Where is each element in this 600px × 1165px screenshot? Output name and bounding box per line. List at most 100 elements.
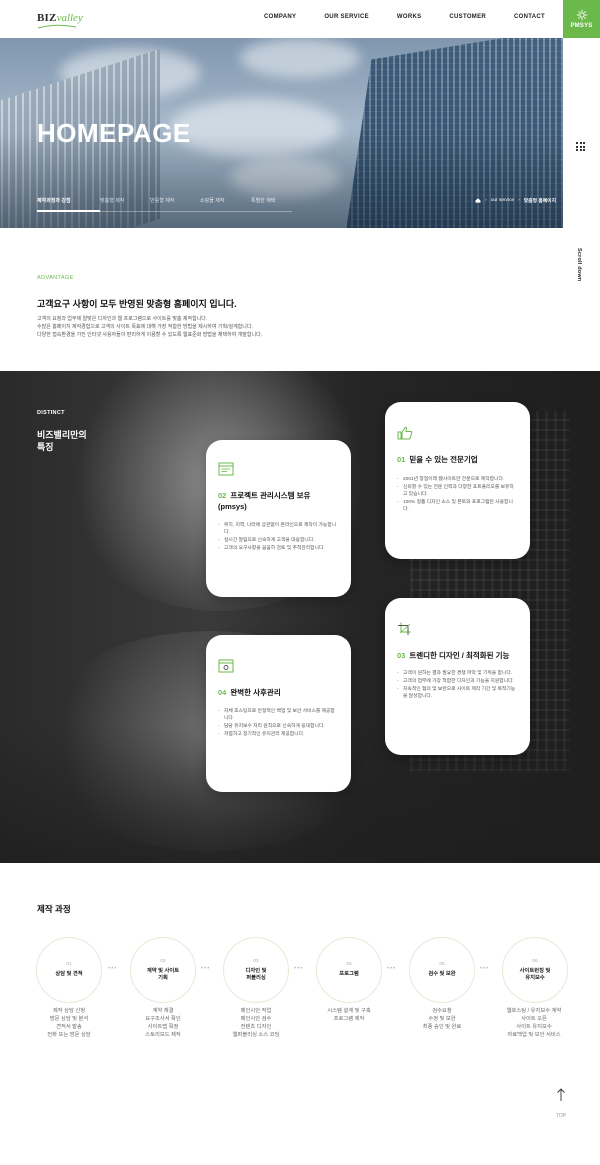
process-step-circle: 06 사이트런칭 및 유지보수 [502, 937, 568, 1003]
feature-card-item: 고객의 업무에 가장 적합한 디자인과 기능을 지원합니다. [397, 678, 518, 685]
feature-card-title-text: 믿을 수 있는 전문기업 [409, 455, 478, 464]
feature-card-item: 고객이 원하는 결과 필요한 경쟁 파악 및 기획을 합니다. [397, 670, 518, 677]
feature-card-list: 2001년 창업이래 웹사이트만 전문으로 제작합니다. 신뢰할 수 있는 전문… [397, 476, 518, 514]
crop-icon [398, 622, 411, 635]
feature-card-title: 02 프로젝트 관리시스템 보유 (pmsys) [218, 490, 341, 512]
distinct-eyebrow: DISTINCT [37, 410, 65, 416]
home-icon[interactable] [475, 198, 481, 203]
nav-works[interactable]: WORKS [397, 14, 422, 20]
sub-tabs: 제작과정과 강점 맞춤형 제작 반응형 제작 쇼핑몰 제작 특별한 혜택 [37, 197, 292, 212]
tab-shopping-mall[interactable]: 쇼핑몰 제작 [200, 197, 251, 212]
step-connector-dots: ••• [294, 966, 304, 972]
process-step-description: 시스템 설계 및 구축 프로그램 제작 [327, 1008, 371, 1022]
step-connector-dots: ••• [108, 966, 118, 972]
process-title: 제작 과정 [37, 904, 71, 914]
process-step: 04 프로그램 [316, 937, 382, 1003]
feature-card-item: 고객의 요구사항을 꼼꼼히 검토 및 추적관리합니다. [218, 545, 339, 552]
process-step-label: 검수 및 보완 [428, 971, 456, 977]
feature-card-title: 01 믿을 수 있는 전문기업 [397, 454, 520, 465]
breadcrumb-current: 맞춤형 홈페이지 [523, 199, 556, 204]
process-step-label: 사이트런칭 및 유지보수 [519, 967, 551, 981]
feature-card-item: 100% 정품 디자인 소스 및 폰트와 프로그램만 사용합니다. [397, 499, 518, 513]
advantage-line: 고객의 요청과 업무에 알맞은 디자인과 웹 프로그램으로 사이트를 맞춤 제작… [37, 316, 208, 322]
nav-our-service[interactable]: OUR SERVICE [324, 14, 369, 20]
feature-card-item: 위치, 지역, 나라에 상관없이 온라인으로 제작이 가능합니다. [218, 522, 339, 536]
feature-card-title-text: 트렌디한 디자인 / 최적화된 기능 [409, 651, 510, 660]
process-step-circle: 03 디자인 및 퍼블리싱 [223, 937, 289, 1003]
advantage-line: 다양한 접속환경을 가진 인터넷 사용자들이 편리하게 이용할 수 있도록 웹표… [37, 332, 263, 338]
distinct-section: DISTINCT 비즈밸리만의 특징 01믿을 수 있는 전문기업 2001년 … [0, 371, 600, 863]
hero-banner: HOMEPAGE 제작과정과 강점 맞춤형 제작 반응형 제작 쇼핑몰 제작 특… [0, 38, 563, 228]
feature-card-item: 2001년 창업이래 웹사이트만 전문으로 제작합니다. [397, 476, 518, 483]
feature-card-title: 04 완벽한 사후관리 [218, 687, 341, 698]
process-step: 03 디자인 및 퍼블리싱 [223, 937, 289, 1003]
site-header: BIZ valley COMPANY OUR SERVICE WORKS CUS… [0, 0, 563, 38]
process-step-number: 03 [253, 958, 259, 964]
step-connector-dots: ••• [201, 966, 211, 972]
main-nav: COMPANY OUR SERVICE WORKS CUSTOMER CONTA… [236, 14, 545, 20]
process-step-label: 디자인 및 퍼블리싱 [245, 967, 267, 981]
advantage-line: 수많은 홈페이지 제작경험으로 고객의 사이트 목표에 대해 가장 적합한 방법… [37, 324, 253, 330]
gear-icon [576, 9, 587, 21]
feature-card-title: 03 트렌디한 디자인 / 최적화된 기능 [397, 650, 520, 661]
feature-card-item: 실시간 알림으로 신속하게 고객을 대응합니다. [218, 537, 339, 544]
scroll-down-label[interactable]: Scroll down [576, 248, 582, 281]
process-step-number: 02 [160, 958, 166, 964]
scroll-top-label: TOP [555, 1113, 567, 1119]
process-step-number: 05 [439, 962, 445, 967]
breadcrumb: › our service › 맞춤형 홈페이지 [475, 197, 556, 204]
feature-card-number: 04 [218, 688, 227, 697]
feature-card-item: 신뢰할 수 있는 전문 인력과 다양한 포트폴리오를 보유하고 있습니다. [397, 484, 518, 498]
breadcrumb-separator-icon: › [485, 198, 487, 203]
feature-card-number: 03 [397, 651, 406, 660]
process-step: 01 상담 및 견적 [36, 937, 102, 1003]
feature-card: 04완벽한 사후관리 자체 호스팅으로 안정적인 백업 및 보안 서비스를 제공… [206, 635, 351, 792]
tab-responsive[interactable]: 반응형 제작 [150, 197, 200, 212]
feature-card-number: 02 [218, 491, 227, 500]
process-step-description: 검수요청 수정 및 보완 최종 승인 및 완료 [422, 1008, 462, 1030]
nav-company[interactable]: COMPANY [264, 14, 296, 20]
step-connector-dots: ••• [387, 966, 397, 972]
process-step: 02 계약 및 사이트 기획 [130, 937, 196, 1003]
menu-grid-icon[interactable] [576, 142, 586, 151]
process-step-label: 프로그램 [339, 971, 359, 977]
feature-card: 03트렌디한 디자인 / 최적화된 기능 고객이 원하는 결과 필요한 경쟁 파… [385, 598, 530, 755]
breadcrumb-our-service[interactable]: our service [491, 198, 514, 203]
advantage-eyebrow: ADVANTAGE [37, 275, 74, 281]
pmsys-button[interactable]: PMSYS [563, 0, 600, 38]
feature-card-list: 자체 호스팅으로 안정적인 백업 및 보안 서비스를 제공합니다. 담당 유지보… [218, 708, 339, 739]
arrow-up-icon [557, 1088, 565, 1101]
process-step-circle: 01 상담 및 견적 [36, 937, 102, 1003]
tab-custom[interactable]: 맞춤형 제작 [100, 197, 150, 212]
advantage-title: 고객요구 사항이 모두 반영된 맞춤형 홈페이지 입니다. [37, 299, 237, 309]
feature-card: 02프로젝트 관리시스템 보유 (pmsys) 위치, 지역, 나라에 상관없이… [206, 440, 351, 597]
tab-process-strengths[interactable]: 제작과정과 강점 [37, 197, 100, 212]
tab-special-benefits[interactable]: 특별한 혜택 [251, 197, 292, 212]
process-step-circle: 02 계약 및 사이트 기획 [130, 937, 196, 1003]
logo-valley-text: valley [56, 12, 83, 24]
feature-card-title-text: 완벽한 사후관리 [230, 688, 281, 697]
process-step-circle: 05 검수 및 보완 [409, 937, 475, 1003]
process-step-description: 웹호스팅 / 유지보수 계약 사이트 오픈 사이트 유지보수 자료백업 및 보안… [506, 1008, 562, 1038]
process-step-description: 메인시안 작업 메인시안 검수 컨텐츠 디자인 웹퍼블리싱 소스 코딩 [232, 1008, 280, 1038]
step-connector-dots: ••• [480, 966, 490, 972]
process-step-circle: 04 프로그램 [316, 937, 382, 1003]
nav-customer[interactable]: CUSTOMER [449, 14, 486, 20]
browser-window-icon [218, 462, 234, 476]
feature-card-item: 지속적인 협의 및 보완으로 사이트 제작 기간 및 목적기능을 달성합니다. [397, 686, 518, 700]
logo[interactable]: BIZ valley [37, 12, 83, 29]
process-step: 06 사이트런칭 및 유지보수 [502, 937, 568, 1003]
distinct-title: 비즈밸리만의 특징 [37, 430, 87, 452]
feature-card-number: 01 [397, 455, 406, 464]
thumbs-up-icon [397, 426, 413, 440]
window-settings-icon [218, 659, 234, 673]
process-step-description: 계약 체결 요구조사서 확인 사이트맵 확정 스토리보드 제작 [145, 1008, 181, 1038]
nav-contact[interactable]: CONTACT [514, 14, 545, 20]
scroll-top-button[interactable]: TOP [552, 1088, 570, 1119]
process-step-label: 계약 및 사이트 기획 [146, 967, 180, 981]
feature-card: 01믿을 수 있는 전문기업 2001년 창업이래 웹사이트만 전문으로 제작합… [385, 402, 530, 559]
feature-card-item: 저렴하고 정기적인 유지관리 제공합니다. [218, 731, 339, 738]
process-step-description: 제작 상담 신청 방문 상담 및 분석 견적서 발송 전화 또는 방문 상담 [47, 1008, 91, 1038]
logo-swoosh-icon [37, 24, 77, 29]
feature-card-title-text: 프로젝트 관리시스템 보유 (pmsys) [218, 491, 311, 511]
